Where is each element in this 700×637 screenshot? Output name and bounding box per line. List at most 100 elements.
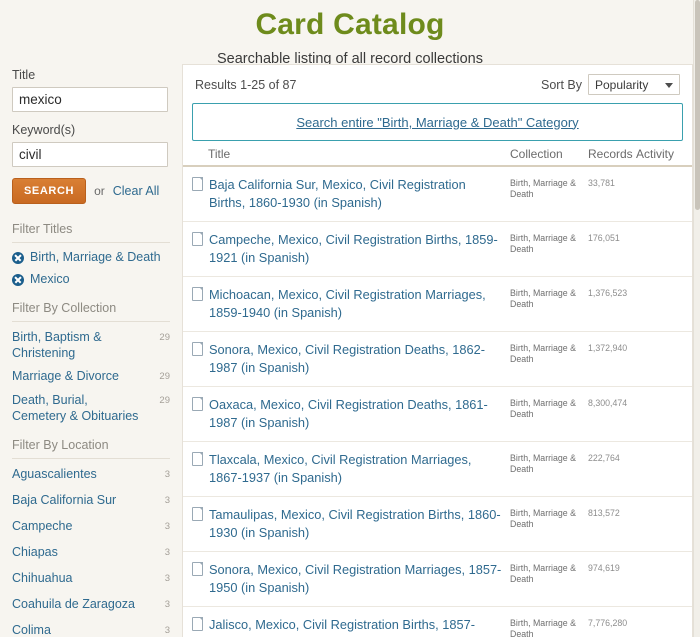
collection-facet[interactable]: Death, Burial, Cemetery & Obituaries 29 (12, 392, 170, 424)
location-facet-label: Campeche (12, 519, 73, 533)
row-title-cell: Michoacan, Mexico, Civil Registration Ma… (192, 286, 510, 322)
document-icon (192, 287, 203, 301)
search-category-link[interactable]: Search entire "Birth, Marriage & Death" … (296, 115, 578, 130)
location-facet[interactable]: Coahuila de Zaragoza 3 (12, 596, 170, 613)
location-facet[interactable]: Baja California Sur 3 (12, 492, 170, 509)
document-icon (192, 397, 203, 411)
collection-facet-label: Marriage & Divorce (12, 369, 119, 383)
row-records-cell: 813,572 (588, 508, 620, 518)
collection-title-link[interactable]: Jalisco, Mexico, Civil Registration Birt… (209, 616, 502, 637)
filter-location-heading: Filter By Location (12, 438, 170, 459)
row-title-cell: Jalisco, Mexico, Civil Registration Birt… (192, 616, 510, 637)
row-records-cell: 176,051 (588, 233, 620, 243)
row-collection-cell: Birth, Marriage & Death (510, 398, 576, 419)
table-row[interactable]: Sonora, Mexico, Civil Registration Death… (183, 332, 692, 387)
row-records-cell: 1,372,940 (588, 343, 628, 353)
table-row[interactable]: Tamaulipas, Mexico, Civil Registration B… (183, 497, 692, 552)
row-title-cell: Sonora, Mexico, Civil Registration Marri… (192, 561, 510, 597)
row-title-cell: Tlaxcala, Mexico, Civil Registration Mar… (192, 451, 510, 487)
active-filter-label: Mexico (30, 272, 70, 286)
sort-by-label: Sort By (541, 77, 582, 92)
collection-facet-count: 29 (159, 332, 170, 343)
location-facet-count: 3 (164, 469, 170, 480)
location-facet-label: Colima (12, 623, 51, 637)
row-title-cell: Oaxaca, Mexico, Civil Registration Death… (192, 396, 510, 432)
chevron-down-icon (665, 83, 673, 88)
collection-title-link[interactable]: Tamaulipas, Mexico, Civil Registration B… (209, 506, 502, 542)
table-row[interactable]: Jalisco, Mexico, Civil Registration Birt… (183, 607, 692, 637)
title-input[interactable] (12, 87, 168, 112)
location-facet-count: 3 (164, 495, 170, 506)
table-row[interactable]: Campeche, Mexico, Civil Registration Bir… (183, 222, 692, 277)
row-collection-cell: Birth, Marriage & Death (510, 233, 576, 254)
table-row[interactable]: Tlaxcala, Mexico, Civil Registration Mar… (183, 442, 692, 497)
row-records-cell: 974,619 (588, 563, 620, 573)
collection-title-link[interactable]: Tlaxcala, Mexico, Civil Registration Mar… (209, 451, 502, 487)
results-count: Results 1-25 of 87 (195, 77, 297, 92)
results-table-header: Title Collection Records Activity (183, 141, 692, 167)
active-filter-chip[interactable]: Mexico (12, 272, 170, 287)
row-collection-cell: Birth, Marriage & Death (510, 508, 576, 529)
document-icon (192, 452, 203, 466)
location-facet[interactable]: Chiapas 3 (12, 544, 170, 561)
results-toolbar: Results 1-25 of 87 Sort By Popularity (183, 65, 692, 97)
active-filter-chip[interactable]: Birth, Marriage & Death (12, 250, 170, 265)
row-records-cell: 33,781 (588, 178, 615, 188)
location-facet-count: 3 (164, 625, 170, 636)
collection-title-link[interactable]: Oaxaca, Mexico, Civil Registration Death… (209, 396, 502, 432)
collection-facet-count: 29 (159, 371, 170, 382)
results-panel: Results 1-25 of 87 Sort By Popularity Se… (182, 64, 693, 637)
location-facet-label: Chihuahua (12, 571, 73, 585)
row-title-cell: Baja California Sur, Mexico, Civil Regis… (192, 176, 510, 212)
table-row[interactable]: Michoacan, Mexico, Civil Registration Ma… (183, 277, 692, 332)
search-category-banner[interactable]: Search entire "Birth, Marriage & Death" … (192, 103, 683, 141)
row-collection-cell: Birth, Marriage & Death (510, 178, 576, 199)
body-wrapper: Title Keyword(s) SEARCH or Clear All Fil… (0, 64, 700, 637)
location-facet[interactable]: Chihuahua 3 (12, 570, 170, 587)
document-icon (192, 617, 203, 631)
collection-title-link[interactable]: Baja California Sur, Mexico, Civil Regis… (209, 176, 502, 212)
keywords-field-label: Keyword(s) (12, 123, 76, 137)
document-icon (192, 562, 203, 576)
filter-titles-heading: Filter Titles (12, 222, 170, 243)
location-facet-label: Baja California Sur (12, 493, 117, 507)
row-records-cell: 1,376,523 (588, 288, 628, 298)
location-facet[interactable]: Campeche 3 (12, 518, 170, 535)
or-separator: or (94, 184, 105, 198)
sort-control: Sort By Popularity (541, 74, 680, 95)
table-row[interactable]: Sonora, Mexico, Civil Registration Marri… (183, 552, 692, 607)
sort-by-select[interactable]: Popularity (588, 74, 680, 95)
active-filter-label: Birth, Marriage & Death (30, 250, 161, 264)
location-facet-count: 3 (164, 547, 170, 558)
page-header: Card Catalog Searchable listing of all r… (0, 0, 700, 68)
clear-all-link[interactable]: Clear All (113, 184, 160, 198)
row-title-cell: Tamaulipas, Mexico, Civil Registration B… (192, 506, 510, 542)
row-collection-cell: Birth, Marriage & Death (510, 563, 576, 584)
page-scrollbar[interactable] (693, 0, 700, 637)
remove-filter-icon[interactable] (12, 251, 24, 264)
row-collection-cell: Birth, Marriage & Death (510, 618, 576, 637)
location-facet[interactable]: Aguascalientes 3 (12, 466, 170, 483)
collection-facet[interactable]: Birth, Baptism & Christening 29 (12, 329, 170, 361)
collection-title-link[interactable]: Michoacan, Mexico, Civil Registration Ma… (209, 286, 502, 322)
collection-facet[interactable]: Marriage & Divorce 29 (12, 368, 170, 385)
document-icon (192, 507, 203, 521)
collection-title-link[interactable]: Sonora, Mexico, Civil Registration Marri… (209, 561, 502, 597)
card-catalog-page: Card Catalog Searchable listing of all r… (0, 0, 700, 637)
location-facet-count: 3 (164, 521, 170, 532)
collection-title-link[interactable]: Sonora, Mexico, Civil Registration Death… (209, 341, 502, 377)
document-icon (192, 342, 203, 356)
collection-title-link[interactable]: Campeche, Mexico, Civil Registration Bir… (209, 231, 502, 267)
page-scrollbar-thumb[interactable] (695, 0, 700, 210)
keywords-input[interactable] (12, 142, 168, 167)
table-row[interactable]: Baja California Sur, Mexico, Civil Regis… (183, 167, 692, 222)
remove-filter-icon[interactable] (12, 273, 24, 286)
page-title: Card Catalog (255, 8, 445, 41)
row-records-cell: 8,300,474 (588, 398, 628, 408)
search-button[interactable]: SEARCH (12, 178, 87, 204)
row-title-cell: Campeche, Mexico, Civil Registration Bir… (192, 231, 510, 267)
location-facet[interactable]: Colima 3 (12, 622, 170, 637)
table-row[interactable]: Oaxaca, Mexico, Civil Registration Death… (183, 387, 692, 442)
row-records-cell: 222,764 (588, 453, 620, 463)
row-collection-cell: Birth, Marriage & Death (510, 343, 576, 364)
